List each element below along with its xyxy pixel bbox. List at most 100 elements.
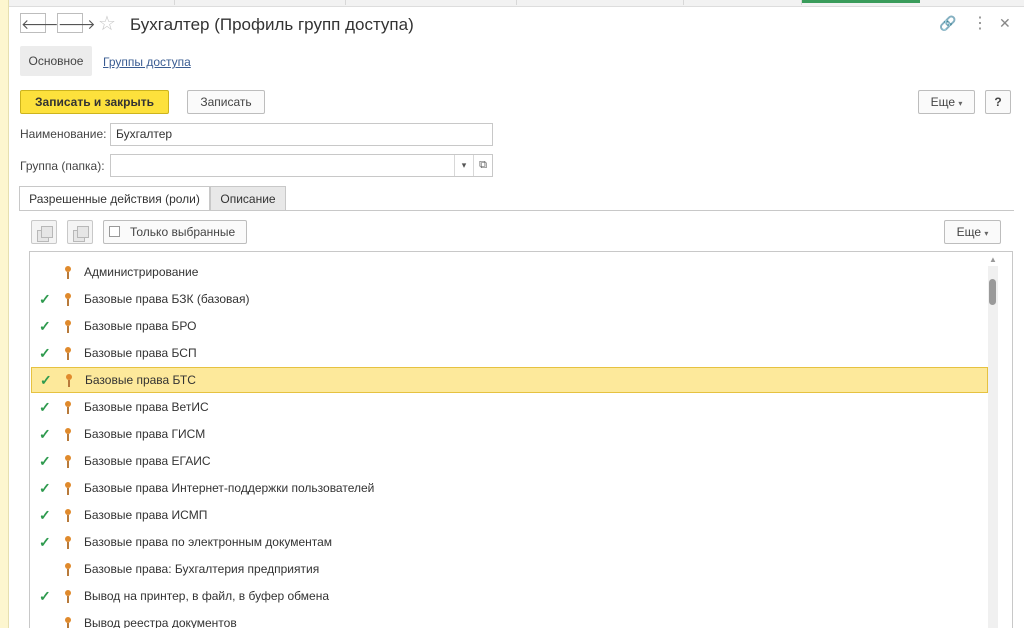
role-icon <box>65 401 71 414</box>
only-selected-label: Только выбранные <box>130 225 236 239</box>
group-label: Группа (папка): <box>20 159 105 173</box>
window-tab[interactable] <box>346 0 517 5</box>
role-row[interactable]: ✓ Базовые права ГИСМ <box>31 421 988 447</box>
forward-button[interactable]: 🡒 <box>57 13 96 33</box>
roles-more-label: Еще <box>956 225 982 239</box>
role-label: Базовые права Интернет-поддержки пользов… <box>84 481 375 495</box>
check-all-icon-layer <box>41 226 53 238</box>
window-tab[interactable] <box>0 0 175 5</box>
role-row[interactable]: ✓ Базовые права ВетИС <box>31 394 988 420</box>
more-button[interactable]: Еще ▾ <box>918 90 975 114</box>
role-icon <box>65 266 71 279</box>
name-label: Наименование: <box>20 127 107 141</box>
role-icon <box>65 536 71 549</box>
help-button[interactable]: ? <box>985 90 1011 114</box>
role-icon <box>65 563 71 576</box>
role-label: Базовые права БЗК (базовая) <box>84 292 250 306</box>
more-vert-icon[interactable]: ⋮ <box>972 13 988 33</box>
role-row[interactable]: ✓ Вывод на принтер, в файл, в буфер обмен… <box>31 583 988 609</box>
scrollbar-thumb[interactable] <box>989 279 996 305</box>
role-label: Базовые права: Бухгалтерия предприятия <box>84 562 320 576</box>
check-icon[interactable]: ✓ <box>39 475 51 501</box>
role-label: Вывод реестра документов <box>84 616 237 628</box>
role-icon <box>66 374 72 387</box>
scroll-up-icon[interactable]: ▲ <box>989 255 997 264</box>
role-label: Базовые права ИСМП <box>84 508 208 522</box>
window-tab[interactable] <box>517 0 684 5</box>
role-icon <box>65 428 71 441</box>
role-row[interactable]: ✓ Базовые права Интернет-поддержки пользо… <box>31 475 988 501</box>
role-label: Базовые права ГИСМ <box>84 427 206 441</box>
role-label: Базовые права БРО <box>84 319 197 333</box>
close-icon[interactable]: ✕ <box>999 15 1011 32</box>
chevron-down-icon: ▾ <box>958 99 963 108</box>
role-row[interactable]: Вывод реестра документов <box>31 610 988 628</box>
dropdown-icon[interactable]: ▾ <box>454 155 473 176</box>
role-row[interactable]: ✓ Базовые права ЕГАИС <box>31 448 988 474</box>
role-row[interactable]: ✓ Базовые права ИСМП <box>31 502 988 528</box>
uncheck-all-button[interactable] <box>67 220 93 244</box>
arrow-left-icon: 🡐 <box>21 16 59 32</box>
check-all-button[interactable] <box>31 220 57 244</box>
role-row[interactable]: ✓ Базовые права по электронным документам <box>31 529 988 555</box>
role-icon <box>65 293 71 306</box>
uncheck-all-icon-layer <box>77 226 89 238</box>
role-row[interactable]: Базовые права: Бухгалтерия предприятия <box>31 556 988 582</box>
back-button[interactable]: 🡐 <box>20 13 59 33</box>
save-button[interactable]: Записать <box>187 90 265 114</box>
role-icon <box>65 509 71 522</box>
check-icon[interactable]: ✓ <box>39 448 51 474</box>
check-icon[interactable]: ✓ <box>39 529 51 555</box>
tab-description[interactable]: Описание <box>210 186 286 211</box>
role-icon <box>65 617 71 628</box>
check-icon[interactable]: ✓ <box>39 583 51 609</box>
form-window: 🡐 🡒 ☆ Бухгалтер (Профиль групп доступа) … <box>9 6 1024 628</box>
roles-list: ▲ Администрирование ✓ Базовые права БЗК (б… <box>29 251 1013 628</box>
star-icon[interactable]: ☆ <box>98 11 116 36</box>
check-icon[interactable]: ✓ <box>39 286 51 312</box>
role-icon <box>65 320 71 333</box>
arrow-right-icon: 🡒 <box>58 16 96 32</box>
role-label: Вывод на принтер, в файл, в буфер обмена <box>84 589 330 603</box>
chevron-down-icon: ▾ <box>984 229 989 238</box>
role-label: Базовые права ЕГАИС <box>84 454 211 468</box>
tab-divider <box>19 210 1014 211</box>
roles-more-button[interactable]: Еще ▾ <box>944 220 1001 244</box>
check-icon[interactable]: ✓ <box>39 421 51 447</box>
active-window-tab[interactable] <box>802 0 920 3</box>
role-icon <box>65 455 71 468</box>
checkbox-icon <box>109 226 120 237</box>
check-icon[interactable]: ✓ <box>39 340 51 366</box>
window-tab[interactable] <box>684 0 802 5</box>
window-tab[interactable] <box>175 0 346 5</box>
check-icon[interactable]: ✓ <box>40 368 52 392</box>
left-panel-strip <box>0 0 9 628</box>
scrollbar[interactable] <box>988 266 998 628</box>
page-title: Бухгалтер (Профиль групп доступа) <box>130 15 414 34</box>
name-field[interactable]: Бухгалтер <box>110 123 493 146</box>
role-row[interactable]: Администрирование <box>31 259 988 285</box>
role-row[interactable]: ✓ Базовые права БТС <box>31 367 988 393</box>
role-row[interactable]: ✓ Базовые права БСП <box>31 340 988 366</box>
more-label: Еще <box>930 95 956 109</box>
nav-main-item[interactable]: Основное <box>20 46 92 76</box>
role-row[interactable]: ✓ Базовые права БЗК (базовая) <box>31 286 988 312</box>
nav-groups-link[interactable]: Группы доступа <box>103 55 191 69</box>
role-row[interactable]: ✓ Базовые права БРО <box>31 313 988 339</box>
check-icon[interactable]: ✓ <box>39 502 51 528</box>
open-icon[interactable]: ⧉ <box>473 155 492 176</box>
link-icon[interactable]: 🔗 <box>939 15 956 32</box>
check-icon[interactable]: ✓ <box>39 394 51 420</box>
tab-roles[interactable]: Разрешенные действия (роли) <box>19 186 210 211</box>
group-field[interactable]: ▾ ⧉ <box>110 154 493 177</box>
role-icon <box>65 347 71 360</box>
role-label: Базовые права БСП <box>84 346 197 360</box>
role-label: Базовые права по электронным документам <box>84 535 333 549</box>
role-icon <box>65 590 71 603</box>
save-and-close-button[interactable]: Записать и закрыть <box>20 90 169 114</box>
only-selected-button[interactable]: Только выбранные <box>103 220 247 244</box>
role-label: Базовые права БТС <box>85 373 196 387</box>
check-icon[interactable]: ✓ <box>39 313 51 339</box>
role-icon <box>65 482 71 495</box>
role-label: Администрирование <box>84 265 199 279</box>
